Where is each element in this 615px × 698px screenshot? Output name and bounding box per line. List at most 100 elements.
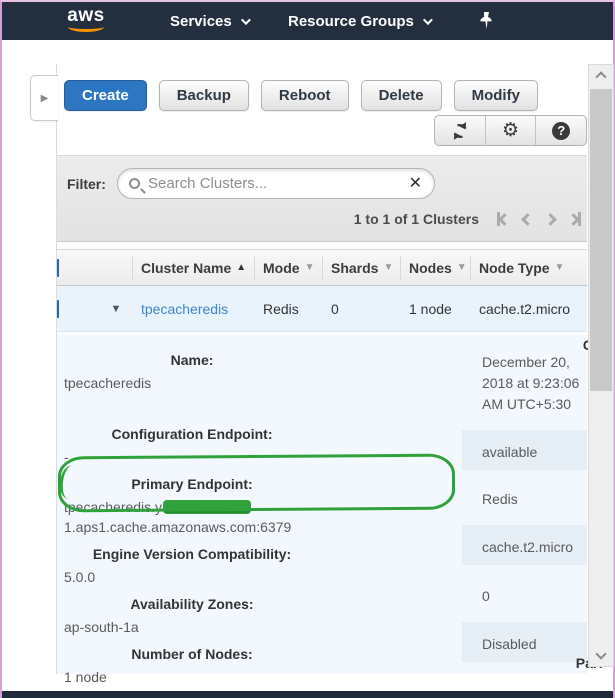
next-page-button[interactable]	[546, 211, 555, 227]
number-of-nodes-label: Number of Nodes:	[57, 644, 327, 664]
modify-button[interactable]: Modify	[454, 80, 538, 111]
engine-value: Redis	[482, 489, 594, 510]
scrollbar-thumb[interactable]	[590, 89, 612, 391]
cluster-nodes-value: 1 node	[401, 301, 471, 317]
aws-logo-text: aws	[64, 6, 108, 25]
nodes-header-label: Nodes	[409, 260, 452, 276]
clear-search-icon[interactable]: ✕	[409, 176, 422, 192]
cluster-node-type-value: cache.t2.micro	[471, 301, 587, 317]
creation-time-value: December 20, 2018 at 9:23:06 AM UTC+5:30	[482, 352, 594, 415]
column-header-nodes[interactable]: Nodes ▼	[401, 256, 471, 280]
status-value: available	[482, 442, 594, 463]
nav-services-menu[interactable]: Services	[170, 2, 248, 40]
pagination-summary: 1 to 1 of 1 Clusters	[354, 211, 479, 227]
first-page-button[interactable]	[497, 211, 509, 227]
column-header-cluster-name[interactable]: Cluster Name ▲	[133, 256, 255, 280]
clusters-table-header: Cluster Name ▲ Mode ▼ Shards ▼ Nodes ▼ N…	[57, 249, 587, 286]
sidebar-expand-tab[interactable]: ▶	[30, 75, 58, 121]
chevron-down-icon	[423, 15, 433, 25]
aws-top-navbar: aws Services Resource Groups	[2, 2, 613, 40]
primary-endpoint-value: tpecacheredis.y 1.aps1.cache.amazonaws.co…	[57, 497, 477, 537]
node-type-value: cache.t2.micro	[482, 537, 594, 558]
engine-version-label: Engine Version Compatibility:	[57, 544, 327, 564]
encryption-value: Disabled	[482, 634, 594, 655]
sort-caret-icon: ▼	[305, 262, 315, 273]
help-icon: ?	[552, 122, 570, 140]
nav-services-label: Services	[170, 13, 232, 30]
expander-header-cell	[99, 256, 133, 280]
detail-row-name: Name: tpecacheredis	[57, 350, 477, 393]
elasticache-console-window: aws Services Resource Groups ▶ Create Ba…	[0, 0, 615, 698]
node-type-header-label: Node Type	[479, 260, 550, 276]
endpoint-suffix: 1.aps1.cache.amazonaws.com:6379	[64, 519, 291, 535]
delete-button[interactable]: Delete	[361, 80, 442, 111]
sort-caret-icon: ▼	[383, 262, 393, 273]
create-button[interactable]: Create	[64, 80, 147, 111]
engine-version-value: 5.0.0	[57, 567, 477, 587]
aws-smile-swoosh	[68, 25, 104, 32]
scroll-up-icon[interactable]	[595, 71, 606, 82]
redaction-scribble	[163, 500, 251, 513]
sort-caret-icon: ▼	[457, 262, 467, 273]
sidebar-expand-icon: ▶	[41, 93, 49, 104]
table-utility-bar: ⚙ ?	[434, 115, 587, 146]
vertical-scrollbar[interactable]	[588, 64, 614, 667]
primary-endpoint-label: Primary Endpoint:	[57, 474, 327, 494]
shards-header-label: Shards	[331, 260, 378, 276]
refresh-button[interactable]	[435, 116, 486, 145]
detail-row-configuration-endpoint: Configuration Endpoint: -	[57, 424, 477, 467]
column-header-mode[interactable]: Mode ▼	[255, 256, 323, 280]
availability-zones-value: ap-south-1a	[57, 617, 477, 637]
refresh-icon	[451, 122, 469, 140]
aws-logo[interactable]: aws	[64, 6, 108, 32]
detail-row-engine-version: Engine Version Compatibility: 5.0.0	[57, 544, 477, 587]
select-all-cell	[57, 260, 99, 276]
name-label: Name:	[57, 350, 327, 370]
nav-resource-groups-label: Resource Groups	[288, 13, 414, 30]
number-of-nodes-value: 1 node	[57, 667, 477, 687]
settings-button[interactable]: ⚙	[486, 116, 537, 145]
name-value: tpecacheredis	[57, 373, 477, 393]
sort-caret-icon: ▼	[555, 262, 565, 273]
help-button[interactable]: ?	[536, 116, 586, 145]
endpoint-prefix: tpecacheredis.y	[64, 499, 162, 515]
search-input[interactable]	[140, 175, 409, 192]
select-all-checkbox[interactable]	[57, 259, 59, 277]
configuration-endpoint-value: -	[57, 447, 477, 467]
row-expand-icon[interactable]: ▼	[99, 303, 133, 315]
cluster-shards-value: 0	[323, 301, 401, 317]
details-left-column: Name: tpecacheredis Configuration Endpoi…	[57, 350, 477, 694]
chevron-down-icon	[241, 15, 251, 25]
filter-label: Filter:	[67, 176, 106, 192]
column-header-node-type[interactable]: Node Type ▼	[471, 256, 587, 280]
previous-page-button[interactable]	[523, 211, 532, 227]
filter-bar: Filter: ✕ 1 to 1 of 1 Clusters	[57, 155, 587, 242]
detail-row-availability-zones: Availability Zones: ap-south-1a	[57, 594, 477, 637]
bottom-bar	[2, 691, 613, 698]
column-header-shards[interactable]: Shards ▼	[323, 256, 401, 280]
shards-value: 0	[482, 586, 594, 607]
search-icon	[129, 178, 140, 189]
cluster-details-panel: Name: tpecacheredis Configuration Endpoi…	[57, 335, 587, 674]
detail-row-primary-endpoint: Primary Endpoint: tpecacheredis.y 1.aps1.…	[57, 474, 477, 537]
row-checkbox[interactable]	[57, 300, 59, 318]
pagination-controls: 1 to 1 of 1 Clusters	[354, 211, 581, 227]
nav-resource-groups-menu[interactable]: Resource Groups	[288, 2, 430, 40]
row-select-cell	[57, 301, 99, 317]
scroll-down-icon[interactable]	[595, 648, 606, 659]
mode-header-label: Mode	[263, 260, 300, 276]
detail-row-number-of-nodes: Number of Nodes: 1 node	[57, 644, 477, 687]
cluster-mode-value: Redis	[255, 301, 323, 317]
cluster-actions-toolbar: Create Backup Reboot Delete Modify	[64, 80, 538, 111]
backup-button[interactable]: Backup	[159, 80, 249, 111]
cluster-name-link[interactable]: tpecacheredis	[133, 301, 255, 317]
pushpin-icon[interactable]	[478, 11, 494, 36]
last-page-button[interactable]	[569, 211, 581, 227]
reboot-button[interactable]: Reboot	[261, 80, 349, 111]
availability-zones-label: Availability Zones:	[57, 594, 327, 614]
gear-icon: ⚙	[502, 121, 519, 140]
sort-ascending-icon: ▲	[236, 262, 246, 273]
cluster-name-header-label: Cluster Name	[141, 260, 231, 276]
cluster-table-row[interactable]: ▼ tpecacheredis Redis 0 1 node cache.t2.…	[57, 286, 587, 332]
search-box[interactable]: ✕	[117, 168, 435, 199]
